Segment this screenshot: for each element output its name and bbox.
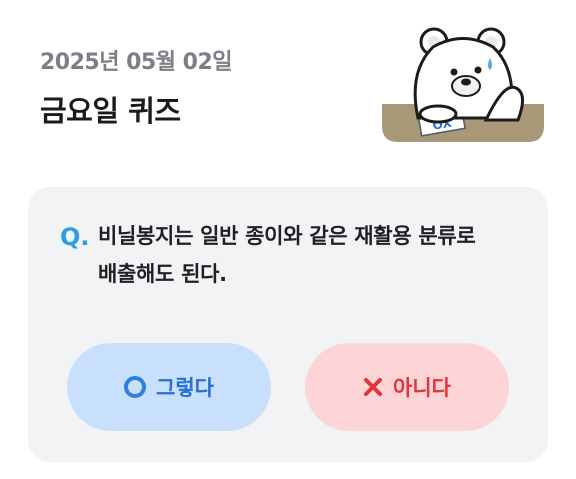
question-line-1: 비닐봉지는 일반 종이와 같은 재활용 분류로 (98, 224, 476, 248)
answer-no-button[interactable]: 아니다 (305, 343, 509, 431)
question-line-2: 배출해도 된다. (98, 262, 227, 286)
answer-yes-button[interactable]: 그렇다 (67, 343, 271, 431)
question-mark-label: Q. (60, 223, 90, 251)
page-title: 금요일 퀴즈 (40, 94, 181, 128)
quiz-date: 2025년 05월 02일 (40, 50, 233, 75)
bear-mascot-icon: OX (382, 27, 544, 142)
circle-o-icon (124, 376, 147, 398)
answer-yes-label: 그렇다 (156, 376, 214, 400)
answer-no-label: 아니다 (393, 376, 451, 400)
x-mark-icon (364, 378, 383, 396)
quiz-card: Q. 비닐봉지는 일반 종이와 같은 재활용 분류로 배출해도 된다. 그렇다 … (28, 187, 548, 462)
question-text: 비닐봉지는 일반 종이와 같은 재활용 분류로 배출해도 된다. (98, 217, 518, 293)
